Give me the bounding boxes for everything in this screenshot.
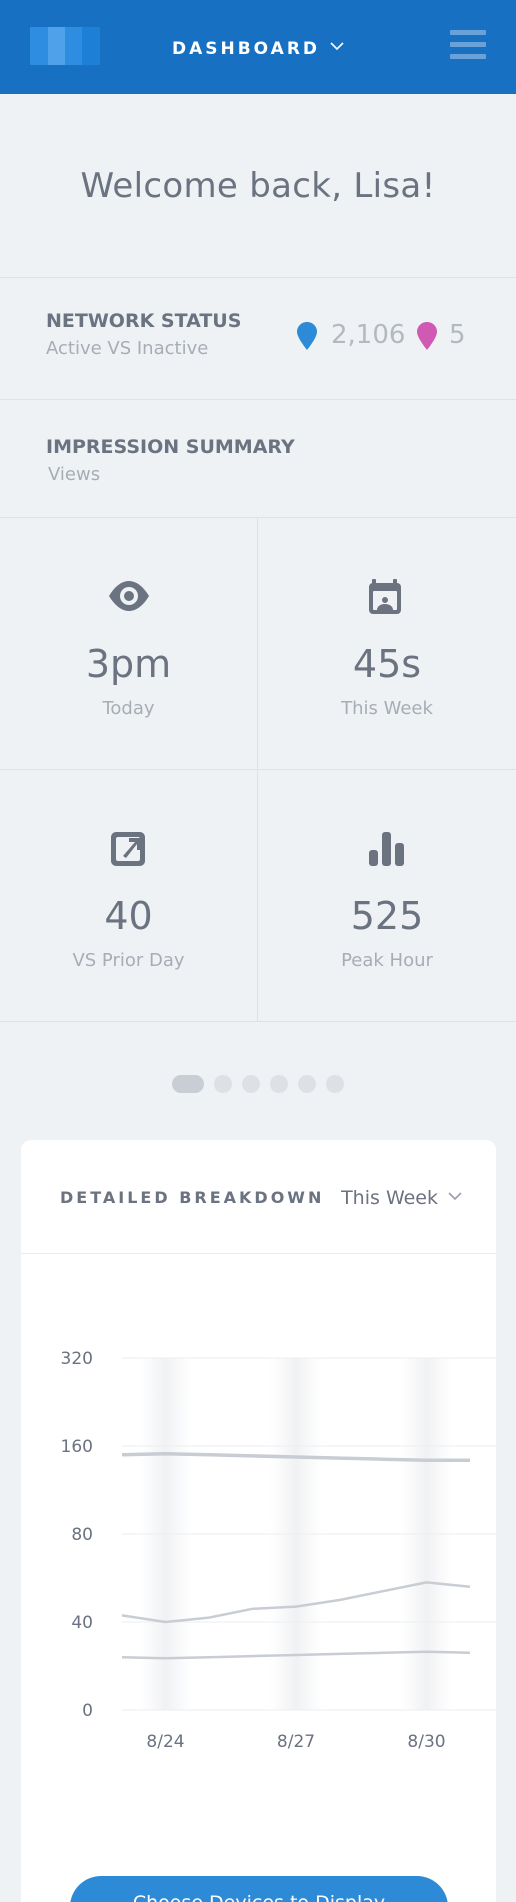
app-header: DASHBOARD	[0, 0, 516, 94]
welcome-section: Welcome back, Lisa!	[0, 94, 516, 278]
network-status-title: NETWORK STATUS	[46, 310, 242, 332]
chevron-down-icon	[448, 1184, 462, 1206]
stat-tile-today[interactable]: 3pm Today	[0, 518, 258, 770]
x-tick-label: 8/30	[407, 1732, 445, 1752]
y-tick-label: 320	[61, 1349, 93, 1369]
stat-value: 45s	[352, 642, 422, 686]
dashboard-dropdown[interactable]: DASHBOARD	[0, 36, 516, 59]
card-title: DETAILED BREAKDOWN	[60, 1188, 325, 1207]
pager-dot[interactable]	[270, 1075, 288, 1093]
detailed-breakdown-card: DETAILED BREAKDOWN This Week 0 40 80 160 320…	[21, 1140, 496, 1902]
hamburger-menu-icon[interactable]	[450, 30, 486, 60]
welcome-message: Welcome back, Lisa!	[80, 165, 436, 206]
pager-dot[interactable]	[298, 1075, 316, 1093]
y-tick-label: 0	[82, 1701, 93, 1721]
pager-dot[interactable]	[214, 1075, 232, 1093]
bar-chart-icon	[369, 832, 404, 866]
stat-label: This Week	[341, 698, 433, 719]
impression-summary-subtitle: Views	[48, 464, 101, 485]
stat-value: 3pm	[85, 642, 172, 686]
inactive-count: 5	[449, 320, 466, 350]
x-tick-label: 8/27	[277, 1732, 315, 1752]
network-status-subtitle: Active VS Inactive	[46, 338, 209, 359]
x-tick-label: 8/24	[146, 1732, 184, 1752]
impression-summary-header: IMPRESSION SUMMARY Views	[0, 400, 516, 518]
stat-label: Peak Hour	[341, 950, 433, 971]
period-dropdown[interactable]: This Week	[341, 1184, 462, 1209]
stat-tile-this-week[interactable]: 45s This Week	[258, 518, 516, 770]
y-tick-label: 160	[61, 1437, 93, 1457]
stat-value: 525	[350, 894, 424, 938]
page-title: DASHBOARD	[171, 39, 321, 59]
stat-tile-peak-hour[interactable]: 525 Peak Hour	[258, 770, 516, 1022]
y-tick-label: 80	[71, 1525, 93, 1545]
external-link-icon	[110, 832, 145, 866]
inactive-location-pin-icon	[417, 322, 437, 350]
card-header: DETAILED BREAKDOWN This Week	[21, 1140, 496, 1254]
stat-label: VS Prior Day	[72, 950, 185, 971]
pager-dot[interactable]	[242, 1075, 260, 1093]
chevron-down-icon	[330, 36, 344, 56]
line-chart: 0 40 80 160 320 8/24 8/27 8/30	[61, 1349, 496, 1752]
active-count: 2,106	[331, 320, 406, 350]
pager-dot[interactable]	[326, 1075, 344, 1093]
stat-label: Today	[102, 698, 155, 719]
period-label: This Week	[341, 1187, 438, 1209]
active-location-pin-icon	[297, 322, 317, 350]
carousel-pager	[0, 1075, 516, 1093]
impression-summary-title: IMPRESSION SUMMARY	[46, 436, 295, 458]
network-status-row: NETWORK STATUS Active VS Inactive 2,106 …	[0, 278, 516, 400]
choose-devices-button[interactable]: Choose Devices to Display	[70, 1876, 448, 1902]
pager-dot[interactable]	[172, 1075, 204, 1093]
calendar-icon	[369, 579, 401, 614]
stat-value: 40	[104, 894, 153, 938]
y-tick-label: 40	[71, 1613, 93, 1633]
eye-icon	[108, 581, 149, 611]
stat-tile-vs-prior-day[interactable]: 40 VS Prior Day	[0, 770, 258, 1022]
